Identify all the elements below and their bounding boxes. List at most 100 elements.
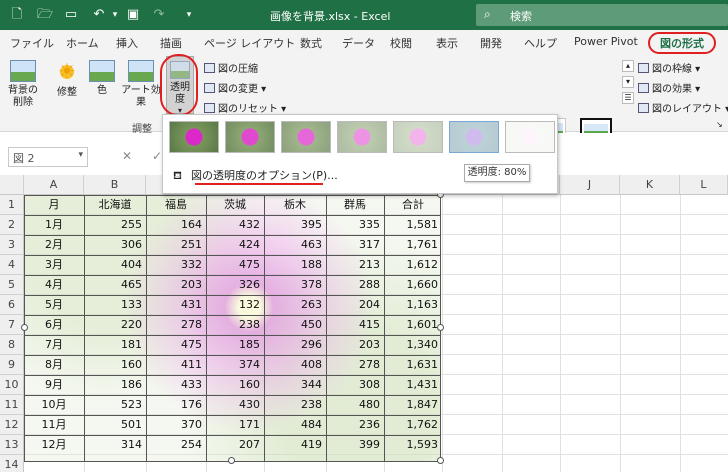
table-header-cell[interactable]: 茨城 — [206, 195, 264, 215]
table-cell[interactable]: 251 — [146, 235, 206, 255]
table-cell[interactable]: 306 — [84, 235, 146, 255]
tab-home[interactable]: ホーム — [66, 35, 99, 51]
row-header-5[interactable]: 5 — [0, 275, 24, 295]
table-cell[interactable]: 432 — [206, 215, 264, 235]
search-box[interactable]: ⌕ 検索 — [476, 4, 728, 26]
column-header-J[interactable]: J — [560, 175, 620, 195]
table-cell[interactable]: 1,593 — [384, 435, 442, 455]
table-cell[interactable]: 374 — [206, 355, 264, 375]
table-cell[interactable]: 203 — [146, 275, 206, 295]
table-cell[interactable]: 411 — [146, 355, 206, 375]
table-cell[interactable]: 12月 — [24, 435, 84, 455]
table-cell[interactable]: 1,601 — [384, 315, 442, 335]
tab-review[interactable]: 校閲 — [390, 35, 412, 51]
compress-pictures-button[interactable]: 図の圧縮 — [204, 60, 258, 75]
table-cell[interactable]: 204 — [326, 295, 384, 315]
transparency-preset-95[interactable] — [505, 121, 555, 153]
tab-file[interactable]: ファイル — [10, 35, 54, 51]
table-cell[interactable]: 278 — [146, 315, 206, 335]
table-cell[interactable]: 408 — [264, 355, 326, 375]
reset-picture-button[interactable]: 図のリセット ▾ — [204, 100, 286, 115]
row-header-1[interactable]: 1 — [0, 195, 24, 215]
redo-icon[interactable]: ↷ — [150, 6, 168, 24]
row-header-13[interactable]: 13 — [0, 435, 24, 455]
transparency-preset-15[interactable] — [225, 121, 275, 153]
table-header-cell[interactable]: 群馬 — [326, 195, 384, 215]
table-cell[interactable]: 463 — [264, 235, 326, 255]
color-button[interactable]: 色 — [88, 60, 116, 97]
tab-developer[interactable]: 開発 — [480, 35, 502, 51]
table-cell[interactable]: 254 — [146, 435, 206, 455]
picture-layout-button[interactable]: 図のレイアウト ▾ — [638, 100, 728, 115]
artistic-effects-button[interactable]: アート効果 — [118, 60, 164, 109]
table-cell[interactable]: 475 — [146, 335, 206, 355]
save-icon[interactable]: ▭ — [62, 6, 80, 24]
transparency-preset-65[interactable] — [393, 121, 443, 153]
table-cell[interactable]: 344 — [264, 375, 326, 395]
table-cell[interactable]: 419 — [264, 435, 326, 455]
row-header-11[interactable]: 11 — [0, 395, 24, 415]
resize-handle-corner[interactable] — [437, 457, 444, 464]
table-cell[interactable]: 1,431 — [384, 375, 442, 395]
table-cell[interactable]: 255 — [84, 215, 146, 235]
corrections-button[interactable]: ☀ 修整 — [50, 60, 84, 99]
column-header-L[interactable]: L — [680, 175, 728, 195]
table-cell[interactable]: 181 — [84, 335, 146, 355]
table-cell[interactable]: 171 — [206, 415, 264, 435]
tab-data[interactable]: データ — [342, 35, 375, 51]
table-cell[interactable]: 1,581 — [384, 215, 442, 235]
resize-handle-bottom[interactable] — [228, 457, 235, 464]
select-all-corner[interactable] — [0, 175, 24, 195]
open-folder-icon[interactable]: 🗁 — [36, 6, 54, 24]
row-header-6[interactable]: 6 — [0, 295, 24, 315]
table-cell[interactable]: 203 — [326, 335, 384, 355]
table-cell[interactable]: 188 — [264, 255, 326, 275]
table-header-cell[interactable]: 栃木 — [264, 195, 326, 215]
table-cell[interactable]: 296 — [264, 335, 326, 355]
table-cell[interactable]: 370 — [146, 415, 206, 435]
row-header-10[interactable]: 10 — [0, 375, 24, 395]
table-cell[interactable]: 404 — [84, 255, 146, 275]
table-cell[interactable]: 1,631 — [384, 355, 442, 375]
table-cell[interactable]: 314 — [84, 435, 146, 455]
table-cell[interactable]: 288 — [326, 275, 384, 295]
transparency-preset-0[interactable] — [169, 121, 219, 153]
table-cell[interactable]: 11月 — [24, 415, 84, 435]
table-cell[interactable]: 186 — [84, 375, 146, 395]
row-header-2[interactable]: 2 — [0, 215, 24, 235]
picture-effects-button[interactable]: 図の効果 ▾ — [638, 80, 700, 95]
table-header-cell[interactable]: 合計 — [384, 195, 442, 215]
table-cell[interactable]: 1,847 — [384, 395, 442, 415]
table-cell[interactable]: 332 — [146, 255, 206, 275]
table-cell[interactable]: 238 — [206, 315, 264, 335]
tab-draw[interactable]: 描画 — [160, 35, 182, 51]
row-header-4[interactable]: 4 — [0, 255, 24, 275]
table-cell[interactable]: 523 — [84, 395, 146, 415]
table-cell[interactable]: 160 — [206, 375, 264, 395]
change-picture-button[interactable]: 図の変更 ▾ — [204, 80, 266, 95]
cancel-icon[interactable]: ✕ — [122, 149, 132, 163]
table-cell[interactable]: 465 — [84, 275, 146, 295]
table-cell[interactable]: 1,660 — [384, 275, 442, 295]
table-cell[interactable]: 1,340 — [384, 335, 442, 355]
table-cell[interactable]: 6月 — [24, 315, 84, 335]
table-cell[interactable]: 1,761 — [384, 235, 442, 255]
table-cell[interactable]: 7月 — [24, 335, 84, 355]
table-cell[interactable]: 176 — [146, 395, 206, 415]
table-cell[interactable]: 8月 — [24, 355, 84, 375]
table-cell[interactable]: 1,612 — [384, 255, 442, 275]
table-cell[interactable]: 133 — [84, 295, 146, 315]
table-cell[interactable]: 317 — [326, 235, 384, 255]
table-cell[interactable]: 3月 — [24, 255, 84, 275]
table-cell[interactable]: 475 — [206, 255, 264, 275]
tab-view[interactable]: 表示 — [436, 35, 458, 51]
style-scroll-up-icon[interactable]: ▴ — [622, 60, 634, 72]
table-cell[interactable]: 278 — [326, 355, 384, 375]
remove-background-button[interactable]: 背景の削除 — [6, 60, 40, 109]
column-header-B[interactable]: B — [84, 175, 146, 195]
resize-handle-left[interactable] — [21, 324, 28, 331]
table-cell[interactable]: 9月 — [24, 375, 84, 395]
table-cell[interactable]: 395 — [264, 215, 326, 235]
customize-toolbar-icon[interactable]: ▾ — [180, 6, 198, 24]
row-header-14[interactable]: 14 — [0, 455, 24, 472]
